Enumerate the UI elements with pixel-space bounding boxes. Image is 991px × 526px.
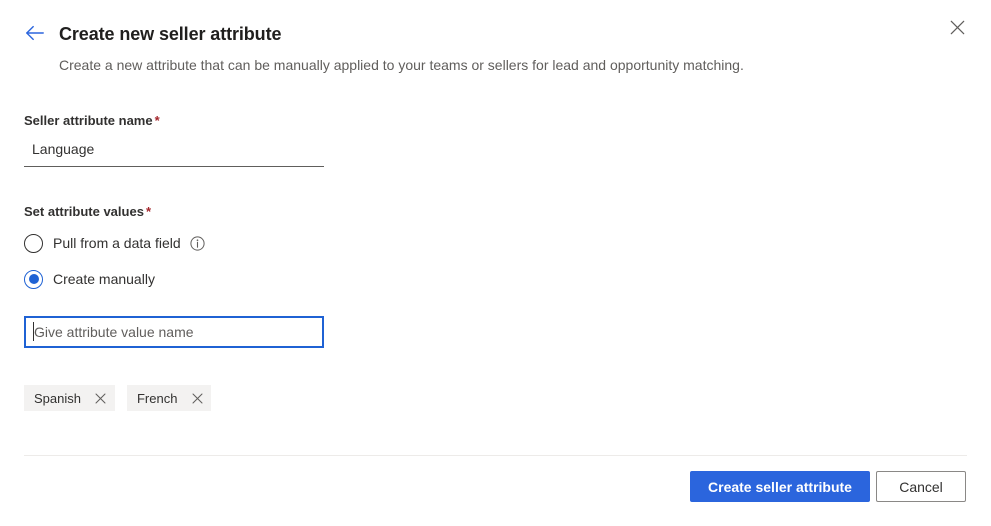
create-seller-attribute-button[interactable]: Create seller attribute	[690, 471, 870, 502]
info-circle-icon[interactable]	[190, 236, 205, 251]
panel-body: Seller attribute name* Set attribute val…	[0, 100, 991, 455]
attribute-value-tag-list: Spanish French	[24, 385, 211, 411]
panel-footer: Create seller attribute Cancel	[0, 455, 991, 526]
seller-attribute-name-label: Seller attribute name*	[24, 112, 160, 130]
attribute-value-input-wrapper	[24, 316, 324, 348]
page-title: Create new seller attribute	[59, 21, 281, 47]
tag-label: Spanish	[34, 391, 81, 406]
required-indicator: *	[155, 113, 160, 128]
close-button[interactable]	[943, 15, 971, 43]
back-button[interactable]	[22, 21, 48, 47]
tag-label: French	[137, 391, 177, 406]
cancel-button[interactable]: Cancel	[876, 471, 966, 502]
panel-header: Create new seller attribute Create a new…	[0, 0, 991, 88]
radio-label-pull-from-data-field: Pull from a data field	[53, 233, 181, 253]
arrow-left-icon	[25, 25, 45, 44]
tag-chip[interactable]: French	[127, 385, 211, 411]
tag-chip[interactable]: Spanish	[24, 385, 115, 411]
seller-attribute-name-input[interactable]	[24, 135, 324, 167]
text-caret	[33, 322, 34, 341]
radio-label-create-manually: Create manually	[53, 269, 155, 289]
set-attribute-values-label: Set attribute values*	[24, 203, 151, 221]
radio-indicator-unselected	[24, 234, 43, 253]
attribute-value-input[interactable]	[24, 316, 324, 348]
set-attribute-values-label-text: Set attribute values	[24, 204, 144, 219]
radio-create-manually[interactable]: Create manually	[24, 268, 155, 290]
close-icon[interactable]	[93, 390, 109, 406]
close-icon[interactable]	[189, 390, 205, 406]
footer-divider	[24, 455, 967, 456]
required-indicator: *	[146, 204, 151, 219]
radio-pull-from-data-field[interactable]: Pull from a data field	[24, 232, 205, 254]
close-icon	[950, 20, 965, 38]
seller-attribute-name-label-text: Seller attribute name	[24, 113, 153, 128]
radio-indicator-selected	[24, 270, 43, 289]
page-subtitle: Create a new attribute that can be manua…	[59, 55, 744, 75]
